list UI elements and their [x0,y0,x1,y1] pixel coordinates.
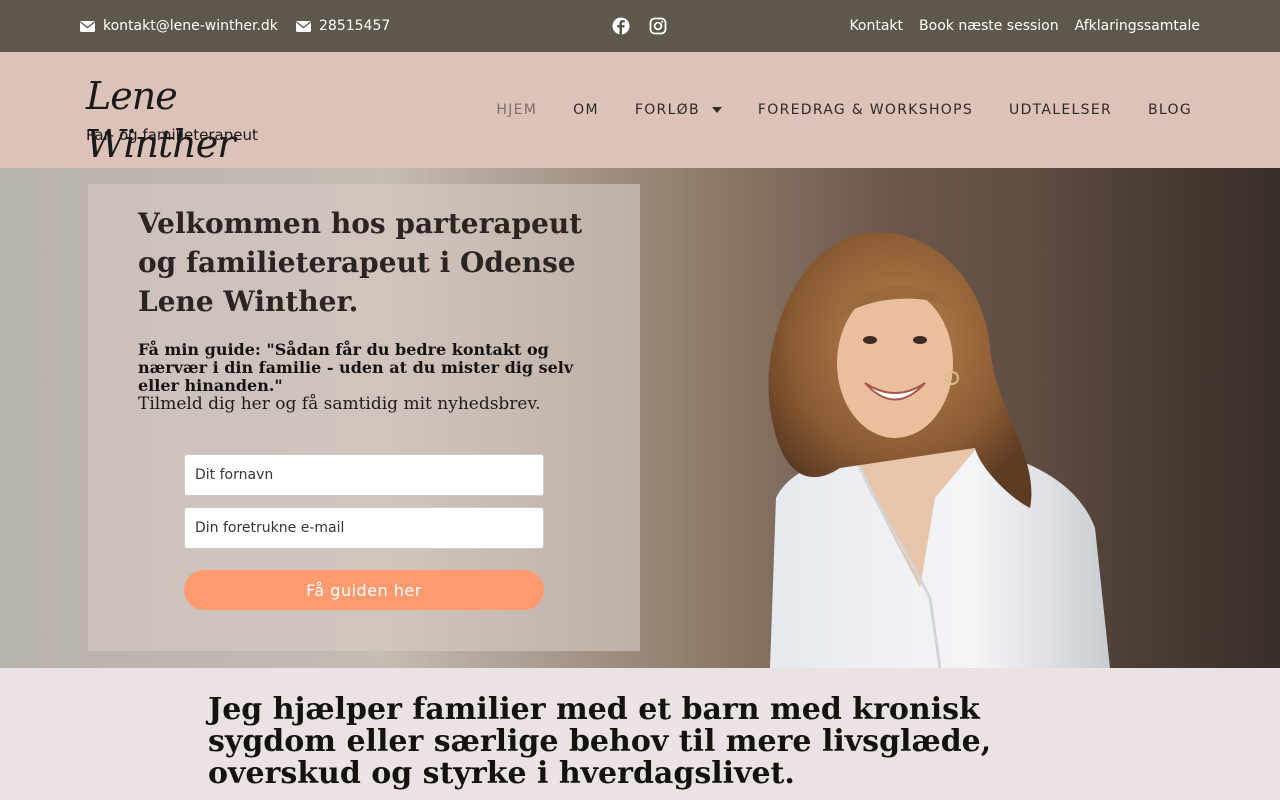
hero-section: Velkommen hos parterapeut og familietera… [0,168,1280,668]
nav-item-udtalelser[interactable]: UDTALELSER [1009,102,1112,118]
nav-label: FOREDRAG & WORKSHOPS [757,102,974,118]
nav-item-om[interactable]: OM [573,102,599,118]
facebook-icon[interactable] [612,17,630,35]
top-links: Kontakt Book næste session Afklaringssam… [849,0,1200,52]
nav-label: FORLØB [634,102,700,118]
intro-heading: Jeg hjælper familier med et barn med kro… [208,692,992,791]
site-header: Lene Winther Par- og familieterapeut HJE… [0,52,1280,168]
afklaringssamtale-link[interactable]: Afklaringssamtale [1075,18,1200,34]
caret-down-icon [711,107,722,113]
hero-title: Velkommen hos parterapeut og familietera… [138,207,583,318]
envelope-icon [296,20,311,32]
top-bar: kontakt@lene-winther.dk 28515457 Kontakt… [0,0,1280,52]
logo[interactable]: Lene Winther Par- og familieterapeut [84,72,269,166]
signup-panel: Velkommen hos parterapeut og familietera… [88,184,640,651]
logo-script: Lene Winther [86,74,235,166]
newsletter-subtitle: Tilmeld dig her og få samtidig mit nyhed… [138,394,541,414]
guide-heading: Få min guide: "Sådan får du bedre kontak… [138,340,574,395]
main-nav: HJEM OM FORLØB FOREDRAG & WORKSHOPS UDTA… [496,52,1192,168]
email-field[interactable]: Din foretrukne e-mail [184,507,544,549]
instagram-icon[interactable] [649,17,667,35]
nav-label: HJEM [496,102,538,118]
logo-subtitle: Par- og familieterapeut [86,126,258,144]
envelope-icon [80,20,95,32]
nav-item-foredrag[interactable]: FOREDRAG & WORKSHOPS [758,102,973,118]
nav-item-hjem[interactable]: HJEM [496,102,537,118]
email-link[interactable]: kontakt@lene-winther.dk [80,0,278,52]
get-guide-button[interactable]: Få guiden her [184,570,544,610]
kontakt-link[interactable]: Kontakt [849,18,903,34]
phone-text: 28515457 [319,18,391,34]
nav-item-forloeb[interactable]: FORLØB [635,102,722,118]
book-session-link[interactable]: Book næste session [919,18,1059,34]
nav-label: BLOG [1148,102,1192,118]
nav-label: UDTALELSER [1009,102,1113,118]
nav-item-blog[interactable]: BLOG [1148,102,1192,118]
nav-label: OM [573,102,599,118]
phone-link[interactable]: 28515457 [296,0,390,52]
first-name-field[interactable]: Dit fornavn [184,454,544,496]
email-text: kontakt@lene-winther.dk [103,18,278,34]
